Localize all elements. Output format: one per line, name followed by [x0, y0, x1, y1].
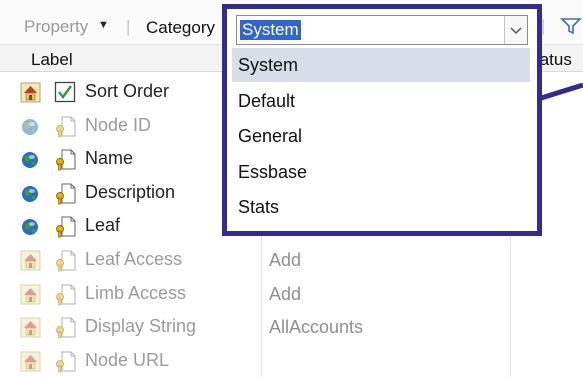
globe-icon: [20, 216, 41, 237]
home-icon: [20, 284, 41, 305]
key-document-icon: [54, 182, 76, 205]
property-value[interactable]: AllAccounts: [269, 317, 363, 338]
property-label: Leaf: [85, 215, 121, 236]
property-label: Name: [85, 148, 134, 169]
property-label: Description: [85, 181, 176, 202]
globe-icon: [20, 116, 41, 137]
property-value[interactable]: Add: [269, 284, 301, 305]
category-option[interactable]: System: [232, 48, 530, 82]
property-dropdown-caret-icon[interactable]: ▼: [98, 19, 109, 31]
key-document-icon: [54, 283, 76, 306]
chevron-down-icon: [510, 27, 522, 35]
key-document-icon: [54, 350, 76, 373]
property-menu[interactable]: Property: [24, 17, 88, 37]
home-icon: [20, 250, 41, 271]
category-option[interactable]: General: [232, 119, 530, 153]
property-label: Node ID: [85, 114, 152, 135]
category-select[interactable]: System: [236, 15, 528, 45]
dropdown-button[interactable]: [504, 16, 527, 44]
category-options-list: System Default General Essbase Stats: [232, 48, 530, 226]
category-select-value[interactable]: System: [240, 20, 301, 40]
category-option[interactable]: Default: [232, 84, 530, 118]
home-icon: [20, 82, 41, 103]
label-column-header[interactable]: Label: [31, 50, 73, 70]
category-option[interactable]: Essbase: [232, 155, 530, 189]
filter-icon[interactable]: [560, 17, 582, 35]
key-document-icon: [54, 148, 76, 171]
property-row[interactable]: Leaf Access Add: [0, 244, 583, 277]
property-label: Limb Access: [85, 282, 187, 303]
checkbox-icon[interactable]: [54, 81, 76, 104]
property-label: Display String: [85, 316, 197, 337]
key-document-icon: [54, 249, 76, 272]
home-icon: [20, 317, 41, 338]
property-row[interactable]: Node URL: [0, 345, 583, 378]
key-document-icon: [54, 215, 76, 238]
property-label: Sort Order: [85, 81, 170, 101]
property-label: Leaf Access: [85, 249, 183, 269]
key-document-icon: [54, 316, 76, 339]
category-label: Category: [146, 18, 215, 37]
property-label: Node URL: [85, 349, 170, 370]
globe-icon: [20, 183, 41, 204]
property-row[interactable]: Display String AllAccounts: [0, 311, 583, 344]
toolbar-separator: |: [126, 17, 131, 36]
key-document-icon: [54, 115, 76, 138]
property-row[interactable]: Limb Access Add: [0, 278, 583, 311]
globe-icon: [20, 149, 41, 170]
home-icon: [20, 351, 41, 372]
property-value[interactable]: Add: [269, 250, 301, 271]
category-option[interactable]: Stats: [232, 190, 530, 224]
callout-line: [538, 83, 583, 102]
